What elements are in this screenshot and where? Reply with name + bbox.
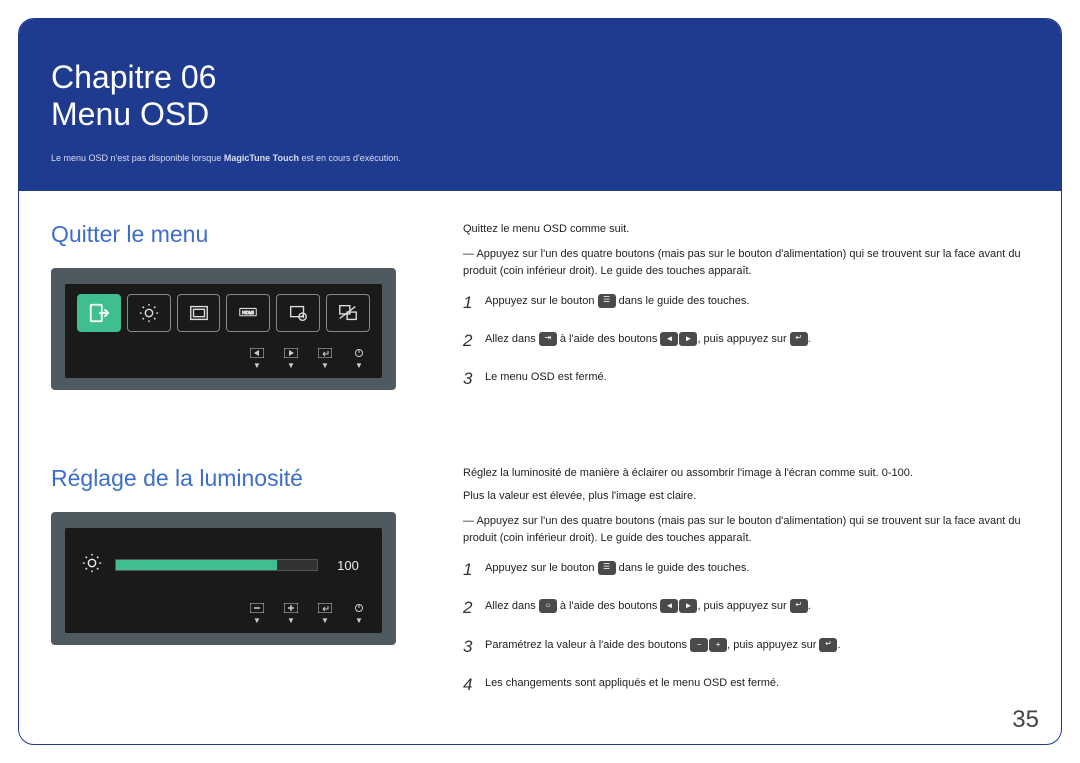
s1-dash: Appuyez sur l'un des quatre boutons (mai… xyxy=(463,246,1029,280)
brightness-bar-fill xyxy=(116,560,277,570)
section2-text: Réglez la luminosité de manière à éclair… xyxy=(431,465,1029,711)
exit-icon xyxy=(77,294,121,332)
list-item: 1 Appuyez sur le bouton ☰ dans le guide … xyxy=(463,290,1029,316)
page-frame: Chapitre 06 Menu OSD Le menu OSD n'est p… xyxy=(18,18,1062,745)
step-text: Appuyez sur le bouton ☰ dans le guide de… xyxy=(485,290,1029,310)
minus-plus-icon: −+ xyxy=(690,638,727,652)
step-text: Appuyez sur le bouton ☰ dans le guide de… xyxy=(485,557,1029,577)
list-item: 2 Allez dans ☼ à l'aide des boutons ◄►, … xyxy=(463,595,1029,621)
enter-icon: ↵ xyxy=(790,599,808,613)
step-number: 1 xyxy=(463,557,485,583)
step-text: Paramétrez la valeur à l'aide des bouton… xyxy=(485,634,1029,654)
s1-steps: 1 Appuyez sur le bouton ☰ dans le guide … xyxy=(463,290,1029,393)
step-number: 3 xyxy=(463,366,485,392)
brightness-value: 100 xyxy=(330,558,366,573)
nav-enter-icon: ▼ xyxy=(318,603,332,625)
left-right-icon: ◄► xyxy=(660,332,697,346)
picture-size-icon xyxy=(177,294,221,332)
s1-intro: Quittez le menu OSD comme suit. xyxy=(463,221,1029,238)
nav-enter-icon: ▼ xyxy=(318,348,332,370)
osd-inner: 100 ▼ ▼ ▼ ▼ xyxy=(65,528,382,633)
osd-panel-brightness: 100 ▼ ▼ ▼ ▼ xyxy=(51,512,396,645)
step-number: 4 xyxy=(463,672,485,698)
osd-nav-icons: ▼ ▼ ▼ ▼ xyxy=(73,597,374,627)
nav-minus-icon: ▼ xyxy=(250,603,264,625)
brightness-mini-icon: ☼ xyxy=(539,599,557,613)
s2-intro: Réglez la luminosité de manière à éclair… xyxy=(463,465,1029,482)
pc-av-icon xyxy=(326,294,370,332)
s2-dash: Appuyez sur l'un des quatre boutons (mai… xyxy=(463,513,1029,547)
step-number: 2 xyxy=(463,328,485,354)
step-text: Le menu OSD est fermé. xyxy=(485,366,1029,386)
menu-icon: ☰ xyxy=(598,561,616,575)
osd-inner: HDMI ▼ ▼ ▼ ▼ xyxy=(65,284,382,378)
exit-mini-icon: ⇥ xyxy=(539,332,557,346)
list-item: 3 Paramétrez la valeur à l'aide des bout… xyxy=(463,634,1029,660)
chapter-note: Le menu OSD n'est pas disponible lorsque… xyxy=(51,153,1029,163)
s2-steps: 1 Appuyez sur le bouton ☰ dans le guide … xyxy=(463,557,1029,698)
list-item: 4 Les changements sont appliqués et le m… xyxy=(463,672,1029,698)
s2-intro2: Plus la valeur est élevée, plus l'image … xyxy=(463,488,1029,505)
step-text: Allez dans ⇥ à l'aide des boutons ◄►, pu… xyxy=(485,328,1029,348)
section1-left: Quitter le menu HDMI ▼ ▼ xyxy=(51,221,431,405)
left-right-icon: ◄► xyxy=(660,599,697,613)
step-number: 1 xyxy=(463,290,485,316)
brightness-bar xyxy=(115,559,318,571)
osd-nav-icons: ▼ ▼ ▼ ▼ xyxy=(73,342,374,372)
osd-panel-quit: HDMI ▼ ▼ ▼ ▼ xyxy=(51,268,396,390)
nav-plus-icon: ▼ xyxy=(284,603,298,625)
hdmi-icon: HDMI xyxy=(226,294,270,332)
step-text: Les changements sont appliqués et le men… xyxy=(485,672,1029,692)
nav-right-icon: ▼ xyxy=(284,348,298,370)
chapter-label: Chapitre 06 xyxy=(51,59,216,95)
step-text: Allez dans ☼ à l'aide des boutons ◄►, pu… xyxy=(485,595,1029,615)
nav-power-icon: ▼ xyxy=(352,348,366,370)
svg-text:HDMI: HDMI xyxy=(243,310,255,315)
brightness-icon xyxy=(127,294,171,332)
nav-power-icon: ▼ xyxy=(352,603,366,625)
nav-left-icon: ▼ xyxy=(250,348,264,370)
list-item: 2 Allez dans ⇥ à l'aide des boutons ◄►, … xyxy=(463,328,1029,354)
step-number: 2 xyxy=(463,595,485,621)
page-content: Quitter le menu HDMI ▼ ▼ xyxy=(19,191,1061,711)
osd-menu-icons: HDMI xyxy=(73,294,374,342)
section2-left: Réglage de la luminosité 100 ▼ ▼ ▼ ▼ xyxy=(51,465,431,711)
brightness-icon xyxy=(81,552,103,579)
timer-icon xyxy=(276,294,320,332)
page-number: 35 xyxy=(1012,706,1039,734)
menu-icon: ☰ xyxy=(598,294,616,308)
section2-title: Réglage de la luminosité xyxy=(51,465,431,492)
section1-title: Quitter le menu xyxy=(51,221,431,248)
brightness-bar-row: 100 xyxy=(73,538,374,597)
chapter-title: Chapitre 06 Menu OSD xyxy=(51,59,1029,133)
list-item: 1 Appuyez sur le bouton ☰ dans le guide … xyxy=(463,557,1029,583)
enter-icon: ↵ xyxy=(790,332,808,346)
chapter-header: Chapitre 06 Menu OSD Le menu OSD n'est p… xyxy=(19,19,1061,191)
section-brightness: Réglage de la luminosité 100 ▼ ▼ ▼ ▼ xyxy=(51,465,1029,711)
enter-icon: ↵ xyxy=(819,638,837,652)
step-number: 3 xyxy=(463,634,485,660)
chapter-name: Menu OSD xyxy=(51,96,209,132)
section-quit-menu: Quitter le menu HDMI ▼ ▼ xyxy=(51,221,1029,405)
section1-text: Quittez le menu OSD comme suit. Appuyez … xyxy=(431,221,1029,405)
list-item: 3 Le menu OSD est fermé. xyxy=(463,366,1029,392)
